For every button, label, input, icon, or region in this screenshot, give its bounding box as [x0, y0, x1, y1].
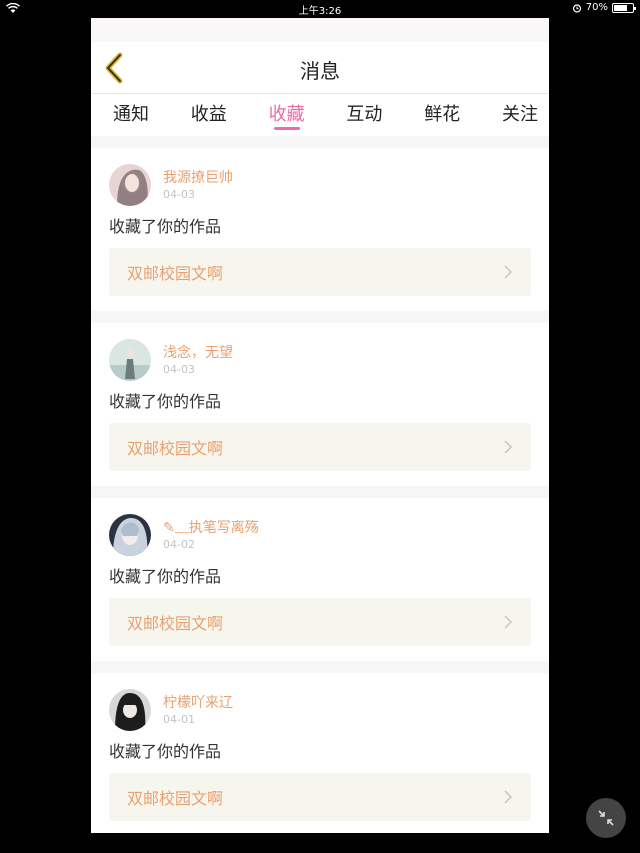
user-name[interactable]: ✎﹏执笔写离殇: [163, 519, 259, 537]
chevron-right-icon: [504, 615, 513, 629]
item-date: 04-02: [163, 537, 195, 551]
action-text: 收藏了你的作品: [109, 392, 222, 411]
user-name[interactable]: 浅念，无望: [163, 344, 233, 362]
action-text: 收藏了你的作品: [109, 742, 222, 761]
user-name[interactable]: 柠檬吖来辽: [163, 694, 233, 712]
work-title: 双邮校园文啊: [127, 439, 224, 458]
avatar[interactable]: [109, 689, 151, 731]
tab-notice[interactable]: 通知: [108, 94, 154, 136]
tab-bar: 通知 收益 收藏 互动 鲜花 关注: [91, 94, 549, 136]
avatar[interactable]: [109, 164, 151, 206]
nav-bar: 消息: [91, 42, 549, 94]
tab-interaction[interactable]: 互动: [341, 94, 387, 136]
work-link[interactable]: 双邮校园文啊: [109, 773, 531, 821]
work-title: 双邮校园文啊: [127, 789, 224, 808]
chevron-right-icon: [504, 440, 513, 454]
battery-percent: 70%: [585, 2, 608, 13]
status-bar: 上午3:26 70%: [0, 0, 640, 18]
work-title: 双邮校园文啊: [127, 614, 224, 633]
tab-earnings[interactable]: 收益: [186, 94, 232, 136]
item-date: 04-01: [163, 712, 195, 726]
item-date: 04-03: [163, 362, 195, 376]
user-name[interactable]: 我源撩巨帅: [163, 169, 233, 187]
avatar[interactable]: [109, 514, 151, 556]
tab-flowers[interactable]: 鲜花: [419, 94, 465, 136]
work-title: 双邮校园文啊: [127, 264, 224, 283]
action-text: 收藏了你的作品: [109, 217, 222, 236]
page-title: 消息: [300, 59, 340, 83]
list-item: 浅念，无望 04-03 收藏了你的作品 双邮校园文啊: [91, 323, 549, 486]
chevron-right-icon: [504, 790, 513, 804]
work-link[interactable]: 双邮校园文啊: [109, 423, 531, 471]
collapse-arrows-icon: [598, 810, 614, 826]
tab-favorites[interactable]: 收藏: [264, 94, 310, 136]
action-text: 收藏了你的作品: [109, 567, 222, 586]
list-item: 我源撩巨帅 04-03 收藏了你的作品 双邮校园文啊: [91, 148, 549, 311]
alarm-icon: [572, 3, 581, 13]
chevron-right-icon: [504, 265, 513, 279]
item-date: 04-03: [163, 187, 195, 201]
work-link[interactable]: 双邮校园文啊: [109, 248, 531, 296]
app-window: 消息 通知 收益 收藏 互动 鲜花 关注 我源撩巨帅 04-03 收藏了你的作品…: [91, 18, 549, 833]
work-link[interactable]: 双邮校园文啊: [109, 598, 531, 646]
tab-follow[interactable]: 关注: [497, 94, 543, 136]
collapse-button[interactable]: [586, 798, 626, 838]
status-time: 上午3:26: [298, 6, 342, 17]
battery-icon: [612, 2, 636, 13]
list-item: ✎﹏执笔写离殇 04-02 收藏了你的作品 双邮校园文啊: [91, 498, 549, 661]
list-item: 柠檬吖来辽 04-01 收藏了你的作品 双邮校园文啊: [91, 673, 549, 833]
avatar[interactable]: [109, 339, 151, 381]
